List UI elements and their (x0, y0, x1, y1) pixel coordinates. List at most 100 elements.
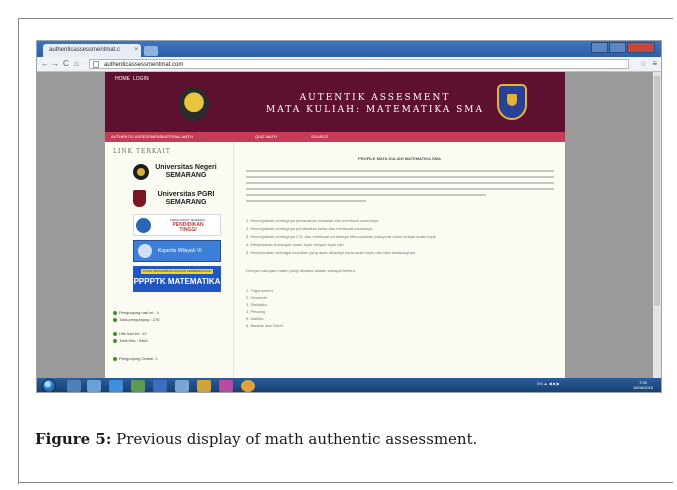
paragraph-line (246, 182, 554, 184)
topic-item: 3. Statistika (246, 302, 267, 307)
back-icon[interactable]: ← (41, 59, 49, 69)
paragraph-line (246, 176, 554, 178)
stat-hits-today: Hits hari ini : 12 (113, 331, 147, 336)
site-menu-bar: AUTHENTIC ASSESSMENT MATERIAL MATH QUIZ … (105, 132, 565, 142)
menu-quiz-math[interactable]: QUIZ MATH (255, 134, 277, 139)
browser-tab[interactable]: authenticassessmentmat.c × (43, 44, 141, 57)
taskbar-folder-icon[interactable] (197, 380, 211, 392)
menu-authentic-assessment[interactable]: AUTHENTIC ASSESSMENT (111, 134, 162, 139)
dikti-seal-icon (136, 218, 151, 233)
taskbar-word-icon[interactable] (153, 380, 167, 392)
paragraph-line (246, 188, 554, 190)
stat-online: Pengunjung Online: 1 (113, 356, 157, 361)
topic-item: 2. Geometri (246, 295, 267, 300)
pppptk-link[interactable]: PUSAT PENGEMBANGAN DAN PEMBERDAYAAN PPPP… (133, 266, 221, 292)
dikti-label-line-2: TINGGI (179, 227, 197, 233)
address-bar: ← → C ⌂ authenticassessmentmat.com ☆ ≡ (37, 57, 661, 72)
nav-link-home[interactable]: HOME (115, 76, 130, 82)
hits-icon (113, 338, 117, 343)
taskbar-explorer-icon[interactable] (67, 380, 81, 392)
reload-icon[interactable]: C (63, 59, 69, 69)
browser-screenshot: authenticassessmentmat.c × ← → C ⌂ authe… (36, 40, 662, 393)
unnes-seal-icon (133, 164, 149, 180)
browser-tab-bar: authenticassessmentmat.c × (37, 41, 661, 57)
menu-source[interactable]: SOURCE (311, 134, 328, 139)
objective-item: 5. Menyebutkan berbagai kesulitan yang a… (246, 250, 415, 255)
topic-item: 1. Trigonometri (246, 288, 273, 293)
maximize-button[interactable] (609, 42, 626, 53)
taskbar-ie-icon[interactable] (109, 380, 123, 392)
url-text: authenticassessmentmat.com (104, 62, 184, 68)
start-button[interactable] (42, 379, 56, 392)
university-emblem-logo (179, 87, 209, 121)
taskbar-paint-icon[interactable] (219, 380, 233, 392)
taskbar: EN ▲ ◀ ■ ▶ 7:30 16/06/2015 (37, 378, 661, 392)
stat-visitors-today: Pengunjung hari ini : 4 (113, 310, 159, 315)
kopertis-seal-icon (138, 244, 152, 258)
visitors-icon (113, 317, 117, 322)
new-tab-button[interactable] (144, 46, 158, 56)
system-tray[interactable]: EN ▲ ◀ ■ ▶ (537, 381, 560, 386)
site-header: HOME LOGIN AUTENTIK ASSESMENT MATA KULIA… (105, 72, 565, 132)
page-title: PROFILE MATA KULIAH MATEMATIKA SMA (358, 156, 441, 161)
upgris-link[interactable]: Universitas PGRI SEMARANG (133, 188, 221, 210)
taskbar-chrome-icon[interactable] (241, 380, 255, 392)
paragraph-line (246, 194, 486, 196)
home-icon[interactable]: ⌂ (74, 59, 79, 69)
taskbar-window-icon[interactable] (175, 380, 189, 392)
figure-caption: Figure 5: Previous display of math authe… (35, 430, 477, 448)
upgris-name: Universitas PGRI (157, 191, 215, 198)
objective-item: 4. Menjelaskan hubungan suatu topik deng… (246, 242, 344, 247)
topic-item: 6. Barisan dan Deret (246, 323, 283, 328)
kopertis-label: Kopertis Wilayah VI (158, 248, 202, 254)
window-controls (590, 42, 655, 53)
minimize-button[interactable] (591, 42, 608, 53)
scope-intro: Dengan cakupan materi yang dibahas adala… (246, 268, 356, 273)
tab-title: authenticassessmentmat.c (49, 47, 121, 53)
vertical-scrollbar[interactable] (653, 72, 661, 378)
menu-icon[interactable]: ≡ (652, 59, 657, 69)
forward-icon[interactable]: → (51, 59, 59, 69)
page-viewport: HOME LOGIN AUTENTIK ASSESMENT MATA KULIA… (37, 72, 661, 378)
dikti-link[interactable]: DIREKTORAT JENDERAL PENDIDIKAN TINGGI (133, 214, 221, 236)
upgris-city: SEMARANG (165, 199, 207, 206)
page-icon (93, 61, 99, 68)
website: HOME LOGIN AUTENTIK ASSESMENT MATA KULIA… (105, 72, 565, 378)
objective-item: 3. Menunjukkan pentingnya CTL dan membua… (246, 234, 436, 239)
taskbar-clock[interactable]: 7:30 16/06/2015 (633, 380, 653, 390)
main-content: PROFILE MATA KULIAH MATEMATIKA SMA 1. Me… (233, 142, 565, 378)
taskbar-app-icon[interactable] (131, 380, 145, 392)
upgris-seal-icon (133, 190, 146, 207)
menu-material-math[interactable]: MATERIAL MATH (161, 134, 193, 139)
site-title-line-1: AUTENTIK ASSESMENT (299, 93, 451, 103)
window-close-button[interactable] (627, 42, 655, 53)
unnes-name: Universitas Negeri (155, 164, 217, 171)
bookmark-star-icon[interactable]: ☆ (640, 59, 647, 69)
pppptk-top-label: PUSAT PENGEMBANGAN DAN PEMBERDAYAAN (141, 269, 213, 274)
paragraph-line (246, 170, 554, 172)
caption-text: Previous display of math authentic asses… (111, 430, 478, 448)
visitors-icon (113, 310, 117, 315)
paragraph-line (246, 200, 366, 202)
caption-label: Figure 5: (35, 430, 112, 448)
nav-link-login[interactable]: LOGIN (133, 76, 149, 82)
site-title-line-2: MATA KULIAH: MATEMATIKA SMA (265, 105, 485, 115)
taskbar-media-icon[interactable] (87, 380, 101, 392)
topic-item: 5. Matriks (246, 316, 264, 321)
hits-icon (113, 331, 117, 336)
online-icon (113, 356, 117, 361)
stat-total-hits: Total Hits : 5464 (113, 338, 148, 343)
url-input[interactable]: authenticassessmentmat.com (89, 59, 629, 69)
sidebar: LINK TERKAIT Universitas Negeri SEMARANG… (105, 142, 233, 378)
topic-item: 4. Peluang (246, 309, 266, 314)
objective-item: 1. Menunjukkan pentingnya pemecahan masa… (246, 218, 379, 223)
clock-date: 16/06/2015 (632, 385, 653, 390)
stat-total-visitors: Total pengunjung : 276 (113, 317, 159, 322)
kopertis-link[interactable]: Kopertis Wilayah VI (133, 240, 221, 262)
figure-bottom-rule (18, 482, 673, 483)
scrollbar-thumb[interactable] (654, 76, 660, 306)
shield-logo (497, 84, 527, 120)
unnes-link[interactable]: Universitas Negeri SEMARANG (133, 162, 221, 184)
close-icon[interactable]: × (134, 44, 138, 57)
unnes-city: SEMARANG (165, 172, 207, 179)
